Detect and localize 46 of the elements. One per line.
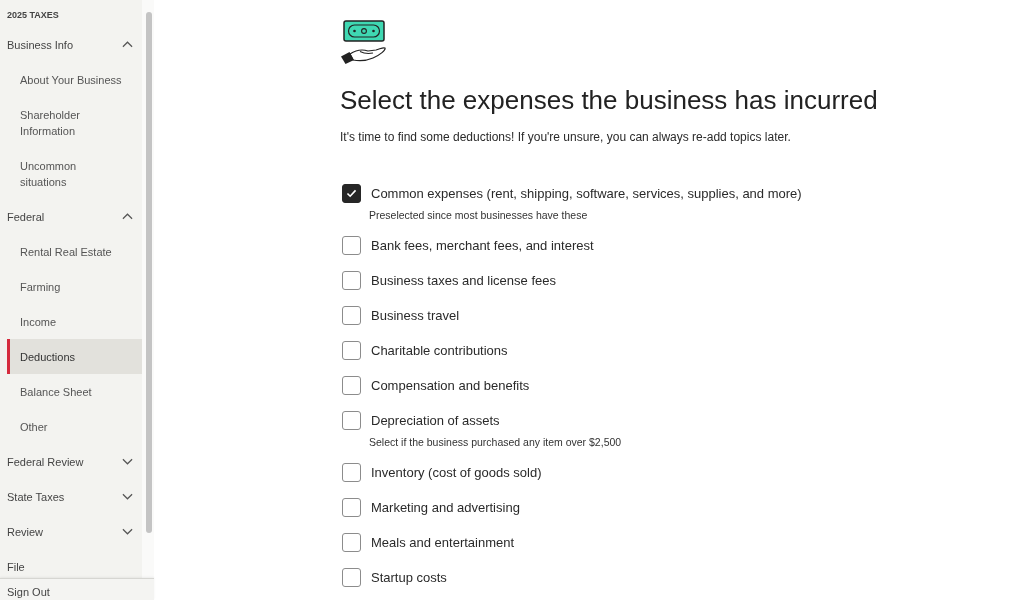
- hint-text: Select if the business purchased any item over $2,500: [369, 435, 623, 449]
- cash-in-hand-icon: [340, 20, 386, 64]
- checkbox[interactable]: [342, 568, 361, 587]
- checkbox[interactable]: [342, 271, 361, 290]
- sidebar-item[interactable]: Farming: [7, 269, 142, 304]
- checkbox[interactable]: [342, 236, 361, 255]
- checkbox-label: Compensation and benefits: [371, 377, 530, 394]
- sidebar-item[interactable]: Income: [7, 304, 142, 339]
- checkbox[interactable]: [342, 463, 361, 482]
- sidebar-item[interactable]: Balance Sheet: [7, 374, 142, 409]
- checkmark-icon: [346, 189, 357, 198]
- checkbox[interactable]: [342, 533, 361, 552]
- page-subtitle: It's time to find some deductions! If you're unsure, you can always re-add topics later.: [340, 129, 792, 145]
- checkbox-label: Meals and entertainment: [371, 534, 515, 551]
- sidebar-item[interactable]: Shareholder Information: [7, 97, 142, 148]
- checkbox[interactable]: [342, 498, 361, 517]
- checkbox-label: Marketing and advertising: [371, 499, 520, 516]
- checkbox-label: Common expenses (rent, shipping, software, services, supplies, and more): [371, 185, 802, 202]
- checkbox-label: Inventory (cost of goods sold): [371, 464, 542, 481]
- checkbox-label: Bank fees, merchant fees, and interest: [371, 237, 594, 254]
- page-title: Select the expenses the business has incurred: [340, 84, 879, 116]
- sidebar-section[interactable]: Federal: [7, 199, 142, 234]
- checkbox-label: Depreciation of assets: [371, 412, 500, 429]
- sign-out-link[interactable]: Sign Out: [0, 579, 50, 598]
- sidebar-item[interactable]: Other: [7, 409, 142, 444]
- sidebar-heading: 2025 TAXES: [7, 9, 60, 22]
- sidebar-section[interactable]: File: [7, 549, 142, 578]
- sidebar-section[interactable]: Federal Review: [7, 444, 142, 479]
- sidebar-item[interactable]: Deductions: [7, 339, 142, 374]
- sidebar-section[interactable]: Business Info: [7, 27, 142, 62]
- checkbox-label: Business travel: [371, 307, 460, 324]
- checkbox-label: Business taxes and license fees: [371, 272, 556, 289]
- checkbox-label: Startup costs: [371, 569, 447, 586]
- checkbox[interactable]: [342, 184, 361, 203]
- sidebar-section[interactable]: Review: [7, 514, 142, 549]
- checkbox[interactable]: [342, 341, 361, 360]
- hint-text: Preselected since most businesses have these: [369, 208, 589, 222]
- checkbox-label: Charitable contributions: [371, 342, 508, 359]
- checkbox[interactable]: [342, 376, 361, 395]
- sidebar-item[interactable]: Rental Real Estate: [7, 234, 142, 269]
- sidebar-item[interactable]: About Your Business: [7, 62, 142, 97]
- checkbox[interactable]: [342, 411, 361, 430]
- checkbox[interactable]: [342, 306, 361, 325]
- scrollbar-thumb[interactable]: [146, 12, 152, 533]
- sidebar-section[interactable]: State Taxes: [7, 479, 142, 514]
- sidebar-item[interactable]: Uncommon situations: [7, 148, 142, 199]
